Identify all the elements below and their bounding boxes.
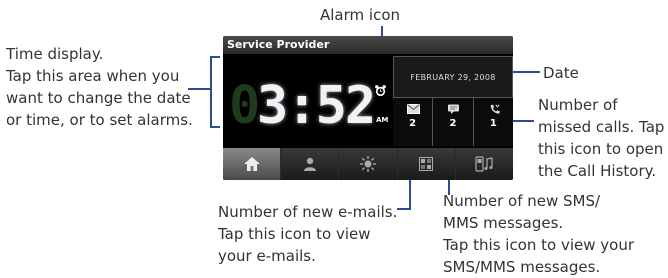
emails-callout-line-2: Tap this icon to view [218, 225, 371, 243]
weather-icon [360, 156, 376, 172]
tab-bar [223, 148, 513, 180]
tab-weather[interactable] [339, 148, 398, 180]
missed-calls-count: 1 [489, 118, 497, 129]
time-callout-line-2: Tap this area when you [6, 67, 180, 85]
missed-calls-notification[interactable]: 1 [472, 98, 513, 146]
time-bracket-top [210, 56, 220, 58]
clock-ampm: AM [376, 116, 389, 124]
alarm-callout: Alarm icon [320, 6, 401, 24]
sms-callout: Number of new SMS/ MMS messages. Tap thi… [443, 190, 634, 278]
time-callout-line-4: or time, or to set alarms. [6, 111, 193, 129]
message-bubble-icon [448, 104, 460, 114]
time-display-callout: Time display. Tap this area when you wan… [6, 43, 193, 131]
missed-callout-line-4: the Call History. [538, 162, 657, 180]
emails-leader-horizontal [397, 208, 411, 210]
emails-callout-line-3: your e-mails. [218, 247, 316, 265]
time-bracket-vertical [210, 56, 212, 128]
contacts-icon [303, 157, 316, 171]
sms-callout-line-3: Tap this icon to view your [443, 236, 635, 254]
home-icon [243, 157, 260, 171]
missed-callout-line-1: Number of [538, 96, 618, 114]
date-text: FEBRUARY 29, 2008 [410, 72, 496, 82]
clock-leading-digit: 0 [229, 76, 260, 136]
alarm-icon [375, 85, 386, 97]
sms-callout-line-2: MMS messages. [443, 214, 564, 232]
date-display[interactable]: FEBRUARY 29, 2008 [393, 56, 513, 98]
programs-icon [419, 157, 434, 171]
email-count: 2 [409, 118, 417, 129]
time-callout-line-3: want to change the date [6, 89, 191, 107]
time-callout-line-1: Time display. [6, 45, 104, 63]
tab-music[interactable] [456, 148, 513, 180]
missed-callout-line-3: this icon to open [538, 140, 664, 158]
service-provider-label: Service Provider [227, 38, 330, 51]
sms-count: 2 [449, 118, 457, 129]
sms-callout-line-4: SMS/MMS messages. [443, 258, 601, 276]
status-bar: Service Provider [223, 36, 513, 54]
tab-programs[interactable] [398, 148, 456, 180]
home-screen-panel: Service Provider 0 3:52 AM FEBRUARY 29, … [223, 36, 513, 180]
time-leader-horizontal [188, 88, 210, 90]
missed-callout-line-2: missed calls. Tap [538, 118, 665, 136]
sms-callout-line-1: Number of new SMS/ [443, 192, 601, 210]
sms-notification[interactable]: 2 [432, 98, 473, 146]
clock-time: 3:52 [257, 76, 376, 136]
envelope-icon [407, 104, 420, 114]
emails-callout: Number of new e-mails. Tap this icon to … [218, 201, 397, 267]
missed-call-icon [490, 104, 500, 114]
music-icon [475, 156, 494, 172]
time-bracket-bottom [210, 126, 220, 128]
email-notification[interactable]: 2 [393, 98, 433, 146]
emails-callout-line-1: Number of new e-mails. [218, 203, 398, 221]
date-callout: Date [543, 64, 579, 82]
tab-contacts[interactable] [281, 148, 340, 180]
time-display[interactable]: 0 3:52 AM [223, 54, 393, 146]
missed-calls-callout: Number of missed calls. Tap this icon to… [538, 94, 665, 182]
notification-row: 2 2 1 [393, 98, 513, 146]
tab-home[interactable] [223, 148, 282, 180]
